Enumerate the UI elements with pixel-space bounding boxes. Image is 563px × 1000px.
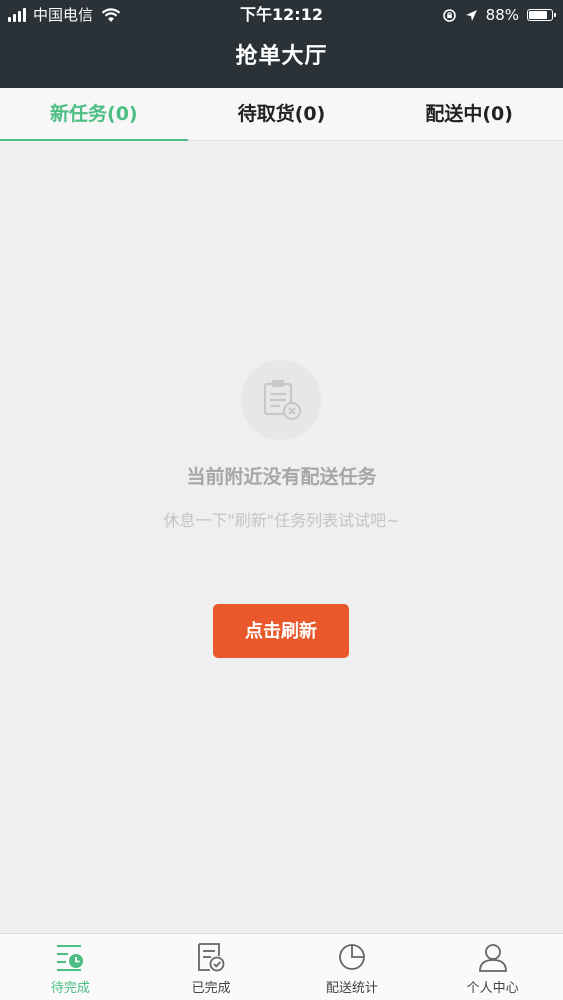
bottom-nav: 待完成 已完成 配送统计 个人中心 bbox=[0, 933, 563, 1000]
nav-label-profile: 个人中心 bbox=[466, 981, 519, 996]
user-icon bbox=[478, 944, 507, 972]
page-title: 抢单大厅 bbox=[235, 44, 328, 69]
nav-item-pending[interactable]: 待完成 bbox=[0, 934, 141, 1000]
task-tabs: 新任务(0) 待取货(0) 配送中(0) bbox=[0, 88, 563, 141]
refresh-button[interactable]: 点击刷新 bbox=[213, 604, 349, 658]
nav-label-pending: 待完成 bbox=[50, 981, 90, 996]
nav-item-completed[interactable]: 已完成 bbox=[141, 934, 282, 1000]
top-header: 中国电信 下午12:12 88% 抢单大厅 bbox=[0, 0, 563, 88]
battery-level bbox=[529, 11, 547, 19]
pie-chart-icon bbox=[338, 944, 365, 970]
location-arrow-icon bbox=[465, 9, 477, 21]
empty-state-subtitle: 休息一下"刷新"任务列表试试吧~ bbox=[163, 511, 400, 530]
app-screen: 中国电信 下午12:12 88% 抢单大厅 新任务(0) 待取货(0) 配送中(… bbox=[0, 0, 563, 1000]
status-right: 88% bbox=[434, 0, 556, 30]
tab-pending-pickup[interactable]: 待取货(0) bbox=[188, 88, 376, 140]
pending-list-icon bbox=[57, 945, 84, 971]
nav-item-profile[interactable]: 个人中心 bbox=[422, 934, 563, 1000]
completed-doc-icon bbox=[198, 943, 225, 972]
empty-state-title: 当前附近没有配送任务 bbox=[186, 466, 377, 488]
tab-delivering[interactable]: 配送中(0) bbox=[375, 88, 563, 140]
battery-percent: 88% bbox=[485, 6, 519, 24]
tab-new-tasks[interactable]: 新任务(0) bbox=[0, 88, 188, 141]
nav-label-completed: 已完成 bbox=[191, 981, 231, 996]
nav-item-stats[interactable]: 配送统计 bbox=[282, 934, 423, 1000]
clipboard-x-icon bbox=[241, 360, 321, 440]
nav-label-stats: 配送统计 bbox=[325, 981, 378, 996]
battery-icon bbox=[527, 9, 556, 21]
rotation-lock-icon bbox=[442, 8, 456, 22]
status-bar: 中国电信 下午12:12 88% bbox=[0, 0, 563, 30]
